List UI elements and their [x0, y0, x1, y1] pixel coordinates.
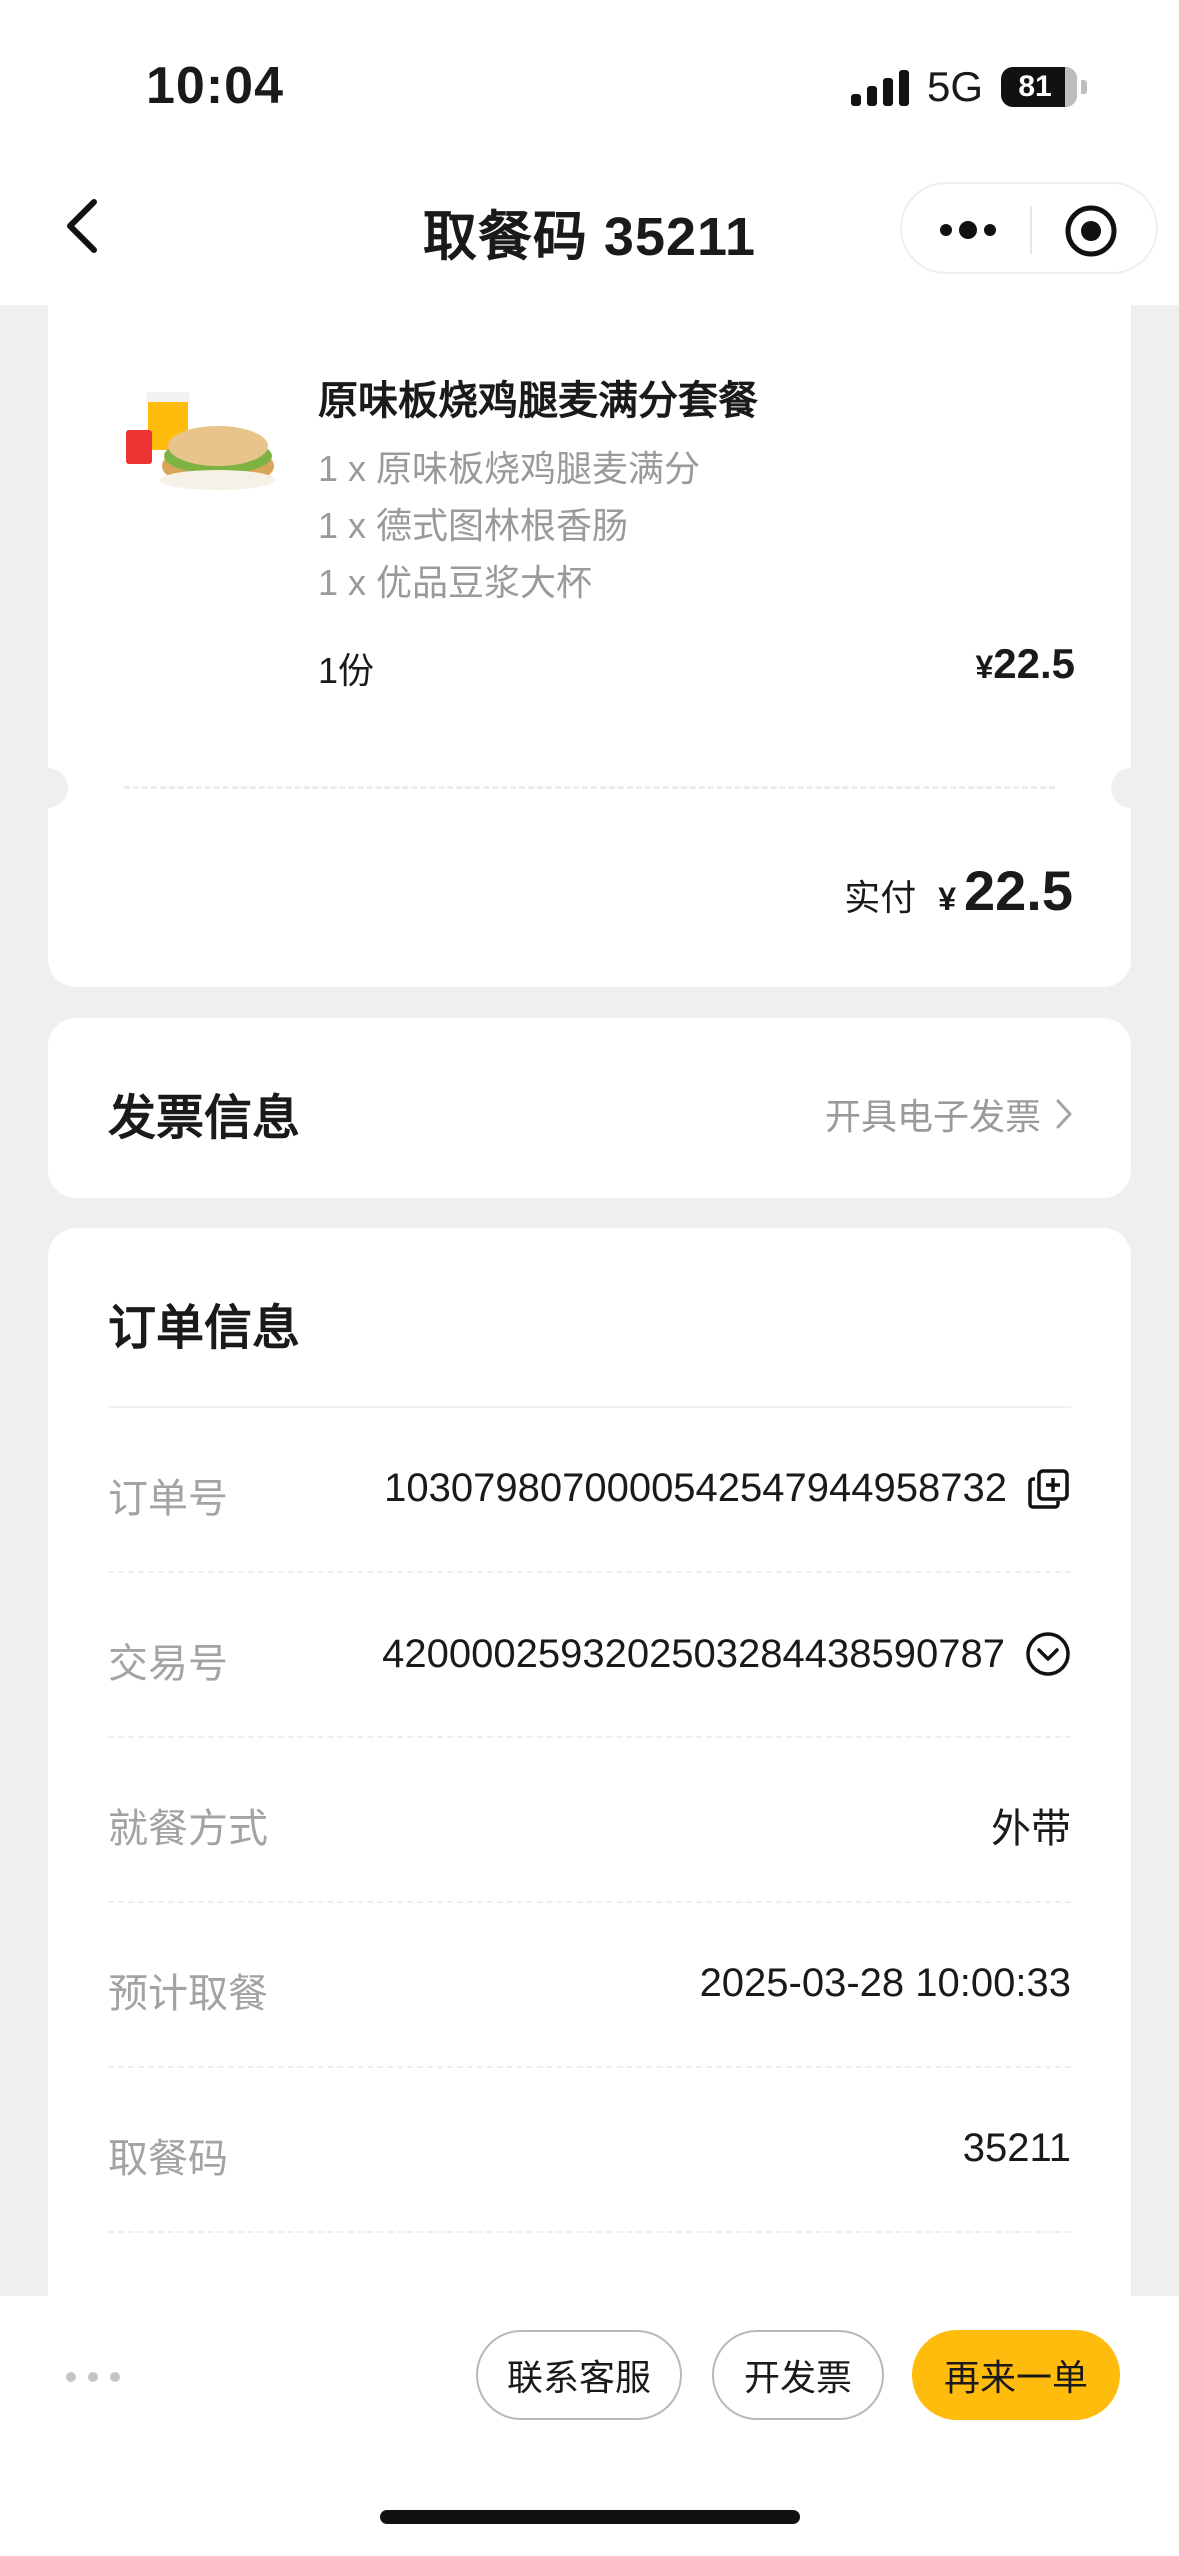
more-dots-icon	[940, 221, 996, 239]
dashed-divider	[124, 786, 1055, 789]
chevron-down-circle-icon[interactable]	[1025, 1631, 1071, 1677]
pickup-code-row: 取餐码 35211	[108, 2068, 1071, 2233]
estimated-pickup-row: 预计取餐 2025-03-28 10:00:33	[108, 1903, 1071, 2068]
more-options-icon[interactable]	[66, 2372, 120, 2382]
ticket-notch	[28, 768, 68, 808]
top-header: 10:04 5G 81 取餐码 35211	[0, 0, 1179, 305]
cellular-signal-icon	[850, 68, 909, 106]
close-mini-program-button[interactable]	[1064, 204, 1118, 258]
chevron-right-icon	[1056, 1099, 1072, 1129]
order-number-row: 订单号 1030798070000542547944958732	[108, 1408, 1071, 1573]
bottom-action-bar: 联系客服 开发票 再来一单	[0, 2296, 1179, 2556]
row-label: 交易号	[108, 1642, 228, 1686]
battery-icon: 81	[1001, 67, 1077, 107]
paid-label: 实付	[844, 877, 917, 918]
contact-service-button[interactable]: 联系客服	[476, 2330, 682, 2420]
pickup-code-value: 35211	[962, 2126, 1071, 2170]
dining-method-row: 就餐方式 外带	[108, 1738, 1071, 1903]
item-price-value: 22.5	[993, 640, 1075, 687]
order-info-title: 订单信息	[108, 1302, 301, 1355]
meal-component: 1 x 优品豆浆大杯	[318, 562, 593, 603]
order-info-card: 订单信息 订单号 1030798070000542547944958732 交易…	[48, 1228, 1131, 2328]
status-time: 10:04	[146, 57, 284, 115]
issue-invoice-button[interactable]: 开发票	[712, 2330, 884, 2420]
item-quantity: 1份	[318, 650, 375, 691]
currency-symbol: ¥	[938, 881, 956, 917]
meal-name: 原味板烧鸡腿麦满分套餐	[318, 379, 758, 423]
battery-level: 81	[1018, 70, 1052, 103]
currency-symbol: ¥	[975, 649, 994, 685]
transaction-number-row: 交易号 4200002593202503284438590787	[108, 1573, 1071, 1738]
item-price: ¥22.5	[975, 640, 1075, 688]
issue-e-invoice-link[interactable]: 开具电子发票	[825, 1088, 1073, 1140]
invoice-card[interactable]: 发票信息 开具电子发票	[48, 1018, 1131, 1198]
paid-amount: 22.5	[964, 859, 1073, 922]
paid-total: 实付 ¥ 22.5	[844, 858, 1073, 923]
row-label: 取餐码	[108, 2137, 228, 2181]
meal-image	[118, 368, 278, 523]
meal-component: 1 x 原味板烧鸡腿麦满分	[318, 448, 701, 489]
mini-program-capsule	[900, 182, 1158, 274]
transaction-number-value: 4200002593202503284438590787	[382, 1631, 1005, 1676]
status-indicators: 5G 81	[850, 62, 1087, 112]
row-label: 预计取餐	[108, 1972, 268, 2016]
order-number-value: 1030798070000542547944958732	[384, 1466, 1007, 1510]
network-type: 5G	[926, 63, 983, 110]
invoice-action-label: 开具电子发票	[824, 1096, 1041, 1137]
row-label: 就餐方式	[108, 1807, 268, 1851]
copy-icon[interactable]	[1027, 1467, 1071, 1511]
invoice-title: 发票信息	[108, 1092, 301, 1145]
target-icon	[1065, 205, 1117, 257]
home-indicator	[380, 2510, 800, 2524]
ticket-notch	[1111, 768, 1151, 808]
row-label: 订单号	[108, 1477, 228, 1521]
reorder-button[interactable]: 再来一单	[912, 2330, 1120, 2420]
dining-method-value: 外带	[991, 1807, 1071, 1851]
order-item-card: 原味板烧鸡腿麦满分套餐 1 x 原味板烧鸡腿麦满分 1 x 德式图林根香肠 1 …	[28, 240, 1151, 987]
more-button[interactable]	[936, 212, 1000, 248]
estimated-pickup-value: 2025-03-28 10:00:33	[699, 1961, 1071, 2005]
meal-component: 1 x 德式图林根香肠	[318, 505, 629, 546]
